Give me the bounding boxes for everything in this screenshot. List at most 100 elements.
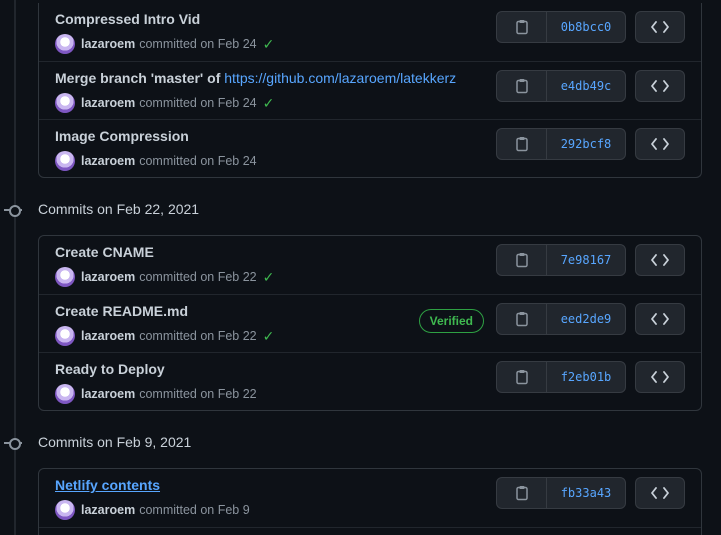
- commit-meta: lazaroem committed on Feb 22: [55, 384, 257, 404]
- clipboard-icon: [515, 20, 528, 35]
- commit-title[interactable]: Image Compression: [55, 128, 189, 144]
- commit-sha-link[interactable]: 0b8bcc0: [547, 12, 625, 42]
- avatar[interactable]: [55, 93, 75, 113]
- commit-meta: lazaroem committed on Feb 22 ✓: [55, 326, 274, 346]
- commit-group-header: Commits on Feb 9, 2021: [38, 434, 192, 450]
- avatar[interactable]: [55, 384, 75, 404]
- commit-row-partial: [39, 527, 701, 535]
- code-icon: [651, 371, 669, 383]
- code-icon: [651, 254, 669, 266]
- avatar[interactable]: [55, 34, 75, 54]
- commit-sha-link[interactable]: fb33a43: [547, 478, 625, 508]
- commit-author[interactable]: lazaroem: [81, 503, 135, 517]
- code-icon: [651, 21, 669, 33]
- commit-row: Merge branch 'master' of https://github.…: [39, 61, 701, 119]
- clipboard-icon: [515, 79, 528, 94]
- copy-sha-button[interactable]: [497, 71, 547, 101]
- browse-repo-button[interactable]: [635, 128, 685, 160]
- avatar[interactable]: [55, 267, 75, 287]
- commit-title[interactable]: Ready to Deploy: [55, 361, 165, 377]
- commit-row: Image Compression lazaroem committed on …: [39, 119, 701, 177]
- clipboard-icon: [515, 137, 528, 152]
- commit-title[interactable]: Create README.md: [55, 303, 188, 319]
- commit-meta: lazaroem committed on Feb 24: [55, 151, 257, 171]
- commit-sha-link[interactable]: f2eb01b: [547, 362, 625, 392]
- code-icon: [651, 80, 669, 92]
- sha-button-group: fb33a43: [496, 477, 626, 509]
- commit-title[interactable]: Netlify contents: [55, 477, 160, 493]
- code-icon: [651, 487, 669, 499]
- commit-group-box: Netlify contents lazaroem committed on F…: [38, 468, 702, 535]
- clipboard-icon: [515, 253, 528, 268]
- commit-date: committed on Feb 22: [139, 387, 257, 401]
- commit-date: committed on Feb 24: [139, 96, 257, 110]
- browse-repo-button[interactable]: [635, 303, 685, 335]
- commit-title[interactable]: Create CNAME: [55, 244, 154, 260]
- commit-title[interactable]: Compressed Intro Vid: [55, 11, 200, 27]
- commit-date: committed on Feb 24: [139, 154, 257, 168]
- sha-button-group: 7e98167: [496, 244, 626, 276]
- code-icon: [651, 313, 669, 325]
- commit-sha-link[interactable]: 292bcf8: [547, 129, 625, 159]
- commit-row: Ready to Deploy lazaroem committed on Fe…: [39, 352, 701, 410]
- commit-author[interactable]: lazaroem: [81, 96, 135, 110]
- commit-group-header: Commits on Feb 22, 2021: [38, 201, 200, 217]
- commit-row: Netlify contents lazaroem committed on F…: [39, 469, 701, 527]
- sha-button-group: 292bcf8: [496, 128, 626, 160]
- commit-date: committed on Feb 22: [139, 329, 257, 343]
- sha-button-group: f2eb01b: [496, 361, 626, 393]
- sha-button-group: 0b8bcc0: [496, 11, 626, 43]
- copy-sha-button[interactable]: [497, 478, 547, 508]
- check-icon[interactable]: ✓: [263, 36, 275, 53]
- copy-sha-button[interactable]: [497, 245, 547, 275]
- commit-sha-link[interactable]: e4db49c: [547, 71, 625, 101]
- copy-sha-button[interactable]: [497, 362, 547, 392]
- browse-repo-button[interactable]: [635, 244, 685, 276]
- sha-button-group: eed2de9: [496, 303, 626, 335]
- avatar[interactable]: [55, 326, 75, 346]
- sha-button-group: e4db49c: [496, 70, 626, 102]
- check-icon[interactable]: ✓: [263, 328, 275, 345]
- commit-author[interactable]: lazaroem: [81, 270, 135, 284]
- commit-row: Create README.md lazaroem committed on F…: [39, 294, 701, 352]
- commit-sha-link[interactable]: eed2de9: [547, 304, 625, 334]
- code-icon: [651, 138, 669, 150]
- timeline-line: [14, 0, 16, 535]
- commit-date: committed on Feb 24: [139, 37, 257, 51]
- clipboard-icon: [515, 312, 528, 327]
- copy-sha-button[interactable]: [497, 129, 547, 159]
- browse-repo-button[interactable]: [635, 11, 685, 43]
- avatar[interactable]: [55, 151, 75, 171]
- commit-meta: lazaroem committed on Feb 24 ✓: [55, 93, 274, 113]
- verified-badge[interactable]: Verified: [418, 309, 484, 333]
- copy-sha-button[interactable]: [497, 304, 547, 334]
- check-icon[interactable]: ✓: [263, 269, 275, 286]
- commit-title-wrapper: Merge branch 'master' of https://github.…: [55, 70, 456, 86]
- commit-meta: lazaroem committed on Feb 9: [55, 500, 250, 520]
- commit-group-box: Create CNAME lazaroem committed on Feb 2…: [38, 235, 702, 411]
- clipboard-icon: [515, 370, 528, 385]
- commit-date: committed on Feb 22: [139, 270, 257, 284]
- copy-sha-button[interactable]: [497, 12, 547, 42]
- commit-row: Compressed Intro Vid lazaroem committed …: [39, 3, 701, 61]
- commit-author[interactable]: lazaroem: [81, 387, 135, 401]
- commit-author[interactable]: lazaroem: [81, 329, 135, 343]
- commit-node-icon: [4, 202, 22, 218]
- commit-title[interactable]: Merge branch 'master' of: [55, 70, 224, 86]
- clipboard-icon: [515, 486, 528, 501]
- commit-date: committed on Feb 9: [139, 503, 250, 517]
- browse-repo-button[interactable]: [635, 361, 685, 393]
- commit-author[interactable]: lazaroem: [81, 154, 135, 168]
- commit-meta: lazaroem committed on Feb 22 ✓: [55, 267, 274, 287]
- commit-node-icon: [4, 435, 22, 451]
- avatar[interactable]: [55, 500, 75, 520]
- browse-repo-button[interactable]: [635, 477, 685, 509]
- commit-row: Create CNAME lazaroem committed on Feb 2…: [39, 236, 701, 294]
- commit-group-box: Compressed Intro Vid lazaroem committed …: [38, 3, 702, 178]
- commit-meta: lazaroem committed on Feb 24 ✓: [55, 34, 274, 54]
- check-icon[interactable]: ✓: [263, 95, 275, 112]
- commit-title-link[interactable]: https://github.com/lazaroem/latekkerz: [224, 70, 456, 86]
- commit-author[interactable]: lazaroem: [81, 37, 135, 51]
- commit-sha-link[interactable]: 7e98167: [547, 245, 625, 275]
- browse-repo-button[interactable]: [635, 70, 685, 102]
